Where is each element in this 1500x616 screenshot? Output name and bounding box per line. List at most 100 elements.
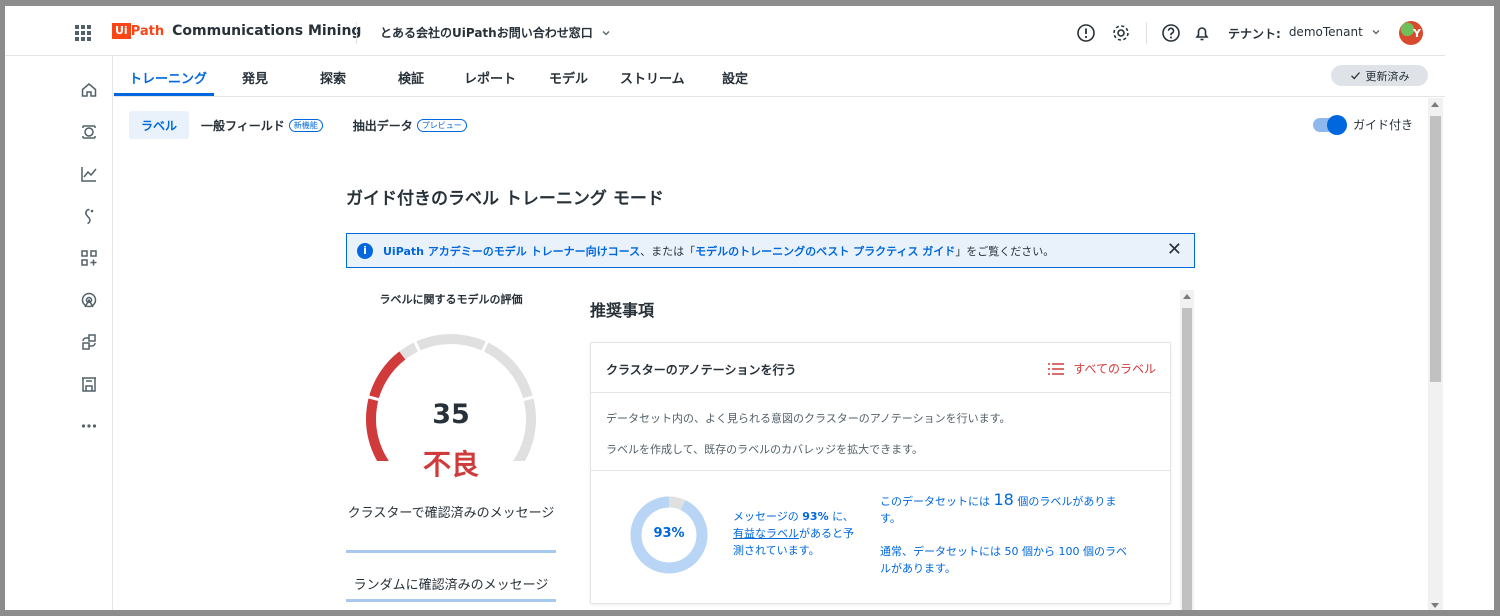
subtab-general-fields[interactable]: 一般フィールド 新機能 — [189, 111, 335, 139]
evaluation-title: ラベルに関するモデルの評価 — [379, 293, 523, 306]
tab-streams[interactable]: ストリーム — [620, 68, 685, 87]
coverage-inline-pct: 93% — [802, 510, 829, 523]
coverage-post-1: があると予 — [799, 527, 854, 540]
scroll-up-icon[interactable] — [1183, 294, 1191, 299]
academy-course-link[interactable]: UiPath アカデミーのモデル トレーナー向けコース — [383, 243, 640, 259]
card-header: クラスターのアノテーションを行う すべてのラベル — [591, 343, 1170, 393]
label-count-post-1: 個のラベルがありま — [1013, 495, 1117, 508]
subtab-general-fields-text: 一般フィールド — [201, 118, 285, 133]
apps-add-icon[interactable] — [80, 249, 98, 267]
help-icon[interactable] — [1160, 22, 1182, 44]
tab-reports[interactable]: レポート — [464, 68, 516, 87]
all-labels-text: すべてのラベル — [1073, 362, 1156, 376]
stream-icon[interactable] — [80, 291, 98, 309]
main-scrollbar[interactable] — [1428, 98, 1443, 610]
avatar-initial: Y — [1413, 26, 1421, 40]
scroll-thumb[interactable] — [1430, 116, 1441, 382]
top-bar: Ui Path Communications Mining とある会社のUiPa… — [5, 6, 1445, 56]
label-count-pre: このデータセットには — [880, 495, 994, 508]
score-gauge — [366, 334, 536, 461]
model-score: 35 — [432, 399, 470, 430]
cluster-reviewed-messages[interactable]: クラスターで確認済みのメッセージ — [346, 503, 556, 524]
best-practice-guide-link[interactable]: モデルのトレーニングのベスト プラクティス ガイド — [695, 243, 955, 259]
random-reviewed-messages[interactable]: ランダムに確認済みのメッセージ — [346, 574, 556, 593]
preview-badge: プレビュー — [416, 118, 467, 132]
avatar[interactable]: Y — [1399, 21, 1423, 45]
nav-bar: トレーニング 発見 探索 検証 レポート モデル ストリーム 設定 更新済み — [114, 57, 1445, 97]
logo-path: Path — [130, 23, 165, 39]
app-window: Ui Path Communications Mining とある会社のUiPa… — [5, 6, 1494, 610]
check-icon — [1350, 72, 1360, 80]
recommendation-card: クラスターのアノテーションを行う すべてのラベル データセット内の、よく見られる… — [590, 342, 1171, 604]
home-icon[interactable] — [80, 81, 98, 99]
label-count-stat: このデータセットには 18 個のラベルがありま す。 — [880, 491, 1116, 527]
tab-training[interactable]: トレーニング — [129, 68, 207, 87]
divider — [356, 22, 357, 44]
recommendations-panel: 推奨事項 クラスターのアノテーションを行う すべてのラベル データセット内の、よ… — [590, 285, 1194, 610]
coverage-pre: メッセージの — [733, 510, 803, 523]
chevron-down-icon — [1372, 30, 1380, 35]
sidebar — [65, 56, 113, 610]
updated-status-button[interactable]: 更新済み — [1331, 65, 1428, 86]
brand-logo: Ui Path Communications Mining — [112, 23, 361, 39]
typical-label-stat: 通常、データセットには 50 個から 100 個のラベ ルがあります。 — [880, 543, 1127, 577]
discover-icon[interactable] — [80, 123, 98, 141]
subtab-extraction-text: 抽出データ — [352, 118, 413, 133]
subtab-labels-text: ラベル — [141, 118, 178, 133]
app-launcher-icon[interactable] — [75, 25, 91, 41]
info-mid-text: 、または「 — [640, 244, 696, 258]
integration-icon[interactable] — [80, 333, 98, 351]
tab-validation[interactable]: 検証 — [398, 68, 424, 87]
recommendations-scrollbar[interactable] — [1180, 290, 1194, 610]
coverage-stat: メッセージの 93% に、 有益なラベルがあると予 測されています。 — [733, 508, 854, 559]
typical-line-2: ルがあります。 — [880, 562, 956, 575]
informative-labels-link[interactable]: 有益なラベル — [733, 527, 799, 540]
card-description-2: ラベルを作成して、既存のラベルのカバレッジを拡大できます。 — [606, 443, 924, 456]
coverage-percent: 93% — [653, 526, 685, 541]
dataset-name: とある会社のUiPathお問い合わせ窓口 — [380, 26, 593, 40]
typical-line-1: 通常、データセットには 50 個から 100 個のラベ — [880, 545, 1127, 558]
tenant-name: demoTenant — [1288, 25, 1363, 39]
page-title: ガイド付きのラベル トレーニング モード — [346, 189, 664, 209]
model-evaluation-panel: ラベルに関するモデルの評価 35 不良 クラスターで確認済みのメッセージ ランダ… — [346, 291, 556, 602]
tenant-selector[interactable]: テナント: demoTenant — [1228, 25, 1381, 42]
scroll-thumb[interactable] — [1182, 308, 1192, 610]
bell-icon[interactable] — [1191, 22, 1213, 44]
logo-ui: Ui — [112, 23, 131, 39]
dataset-selector[interactable]: とある会社のUiPathお問い合わせ窓口 — [380, 24, 611, 41]
tenant-label: テナント: — [1228, 27, 1281, 41]
label-count-post-2: す。 — [880, 512, 901, 525]
building-icon[interactable] — [80, 375, 98, 393]
list-icon — [1048, 362, 1065, 375]
subtab-extraction[interactable]: 抽出データ プレビュー — [341, 111, 479, 139]
more-icon[interactable] — [80, 417, 98, 435]
tab-models[interactable]: モデル — [549, 68, 588, 87]
card-divider — [591, 470, 1170, 471]
info-icon: i — [357, 242, 373, 259]
scroll-up-icon[interactable] — [1431, 102, 1439, 107]
all-labels-button[interactable]: すべてのラベル — [1048, 360, 1156, 377]
recommendations-title: 推奨事項 — [590, 301, 655, 320]
tab-discover[interactable]: 発見 — [242, 68, 268, 87]
random-reviewed-bar — [346, 599, 556, 602]
guided-toggle-label: ガイド付き — [1353, 118, 1414, 132]
product-name: Communications Mining — [172, 23, 362, 39]
subtab-labels[interactable]: ラベル — [129, 111, 190, 139]
card-description-1: データセット内の、よく見られる意図のクラスターのアノテーションを行います。 — [606, 412, 1011, 425]
guided-toggle[interactable] — [1313, 114, 1347, 135]
close-icon[interactable]: ✕ — [1167, 241, 1182, 259]
model-grade: 不良 — [422, 448, 479, 481]
cluster-reviewed-bar — [346, 550, 556, 553]
chart-icon[interactable] — [80, 165, 98, 183]
guided-toggle-group: ガイド付き — [1313, 114, 1414, 135]
tab-explore[interactable]: 探索 — [320, 68, 346, 87]
info-end-text: 」をご覧ください。 — [955, 244, 1055, 258]
card-title: クラスターのアノテーションを行う — [606, 363, 797, 377]
gear-icon[interactable] — [1110, 22, 1132, 44]
scroll-down-icon[interactable] — [1431, 603, 1439, 608]
alert-icon[interactable] — [1075, 22, 1097, 44]
tab-settings[interactable]: 設定 — [722, 68, 748, 87]
coverage-mid: に、 — [828, 510, 854, 523]
updated-label: 更新済み — [1365, 69, 1410, 83]
link-icon[interactable] — [80, 207, 98, 225]
